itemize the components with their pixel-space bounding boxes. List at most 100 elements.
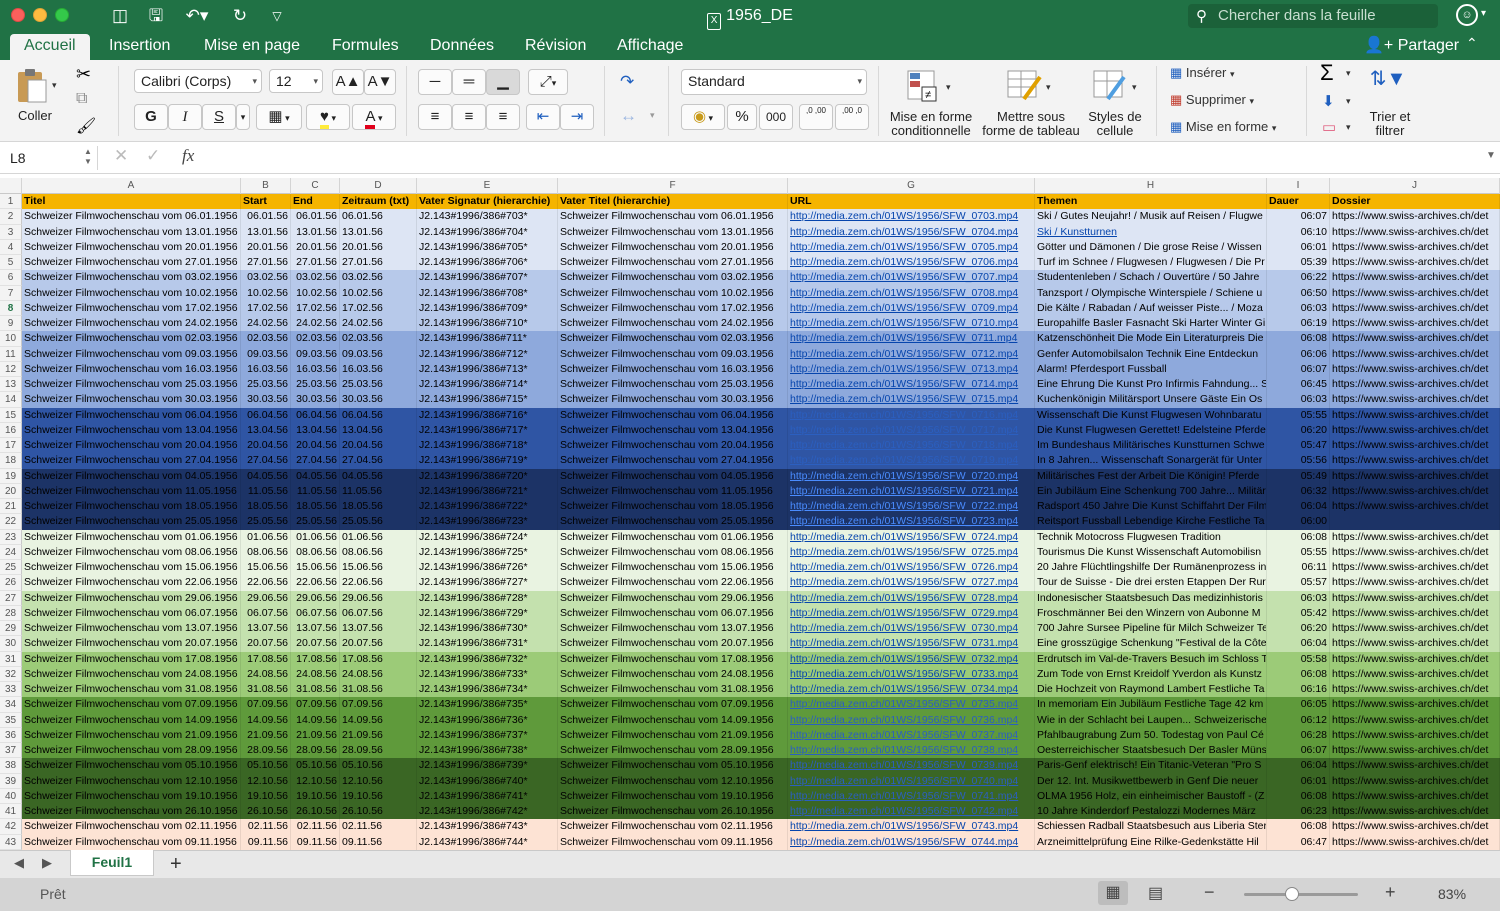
table-cell[interactable]: 15.06.56 [291, 560, 340, 576]
table-cell[interactable]: https://www.swiss-archives.ch/det [1330, 697, 1500, 713]
table-cell[interactable]: Schweizer Filmwochenschau vom 08.06.1956 [558, 544, 788, 560]
table-cell[interactable]: https://www.swiss-archives.ch/det [1330, 316, 1500, 332]
table-cell[interactable]: J2.143#1996/386#730* [417, 621, 558, 637]
table-cell[interactable]: Schweizer Filmwochenschau vom 02.03.1956 [558, 331, 788, 347]
table-cell[interactable]: Technik Motocross Flugwesen Tradition [1035, 529, 1267, 545]
insert-cells-button[interactable]: ▦ Insérer ▾ [1170, 65, 1235, 81]
table-cell[interactable]: 05:55 [1267, 544, 1330, 560]
header-cell[interactable]: Dossier [1330, 194, 1500, 210]
normal-view-icon[interactable]: ▦ [1098, 881, 1128, 905]
table-cell[interactable]: Schweizer Filmwochenschau vom 09.11.1956 [22, 834, 241, 850]
table-cell[interactable]: J2.143#1996/386#719* [417, 453, 558, 469]
table-cell[interactable]: OLMA 1956 Holz, ein einheimischer Bausto… [1035, 788, 1267, 804]
table-cell[interactable]: https://www.swiss-archives.ch/det [1330, 575, 1500, 591]
table-cell[interactable]: Schweizer Filmwochenschau vom 18.05.1956 [558, 499, 788, 515]
feedback-smiley-icon[interactable]: ☺ [1456, 4, 1478, 26]
table-cell[interactable]: https://www.swiss-archives.ch/det [1330, 331, 1500, 347]
row-number[interactable]: 18 [0, 453, 22, 469]
table-cell[interactable]: J2.143#1996/386#712* [417, 346, 558, 362]
table-cell[interactable]: 06:45 [1267, 377, 1330, 393]
table-cell[interactable]: https://www.swiss-archives.ch/det [1330, 712, 1500, 728]
align-top-button[interactable]: ─ [418, 69, 452, 95]
table-cell[interactable]: Alarm! Pferdesport Fussball [1035, 361, 1267, 377]
insert-function-button[interactable]: fx [182, 146, 194, 166]
table-cell[interactable]: Schweizer Filmwochenschau vom 25.03.1956 [22, 377, 241, 393]
table-cell[interactable]: Schweizer Filmwochenschau vom 09.11.1956 [558, 834, 788, 850]
table-cell[interactable]: 13.07.56 [340, 621, 417, 637]
table-cell[interactable]: 13.04.56 [241, 422, 291, 438]
table-cell[interactable]: 06:23 [1267, 804, 1330, 820]
table-cell[interactable]: 25.05.56 [340, 514, 417, 530]
table-cell[interactable]: 18.05.56 [340, 499, 417, 515]
table-cell[interactable]: 13.04.56 [340, 422, 417, 438]
column-header[interactable]: B [241, 178, 291, 194]
table-cell[interactable]: 20.01.56 [340, 239, 417, 255]
table-cell[interactable]: J2.143#1996/386#715* [417, 392, 558, 408]
table-cell[interactable]: Schweizer Filmwochenschau vom 11.05.1956 [22, 483, 241, 499]
table-cell[interactable]: 09.03.56 [291, 346, 340, 362]
table-cell[interactable]: 05:55 [1267, 407, 1330, 423]
table-cell[interactable]: Schweizer Filmwochenschau vom 02.03.1956 [22, 331, 241, 347]
table-cell[interactable]: 13.01.56 [340, 224, 417, 240]
table-cell[interactable]: 06:20 [1267, 422, 1330, 438]
table-cell[interactable]: 12.10.56 [340, 773, 417, 789]
table-cell[interactable]: 10.02.56 [241, 285, 291, 301]
url-cell[interactable]: http://media.zem.ch/01WS/1956/SFW_0731.m… [788, 636, 1035, 652]
table-cell[interactable]: Kuchenkönigin Militärsport Unsere Gäste … [1035, 392, 1267, 408]
row-number[interactable]: 17 [0, 438, 22, 454]
table-cell[interactable]: Genfer Automobilsalon Technik Eine Entde… [1035, 346, 1267, 362]
table-cell[interactable]: 11.05.56 [291, 483, 340, 499]
table-cell[interactable]: 31.08.56 [340, 682, 417, 698]
table-cell[interactable]: Schweizer Filmwochenschau vom 06.04.1956 [22, 407, 241, 423]
table-cell[interactable]: 28.09.56 [241, 743, 291, 759]
tab-affichage[interactable]: Affichage [603, 34, 697, 60]
table-cell[interactable]: Schweizer Filmwochenschau vom 05.10.1956 [558, 758, 788, 774]
redo-icon[interactable]: ↻ [228, 4, 252, 28]
header-cell[interactable]: End [291, 194, 340, 210]
table-cell[interactable]: Schweizer Filmwochenschau vom 13.01.1956 [22, 224, 241, 240]
table-cell[interactable]: 11.05.56 [241, 483, 291, 499]
table-cell[interactable]: https://www.swiss-archives.ch/det [1330, 727, 1500, 743]
table-cell[interactable]: 04.05.56 [291, 468, 340, 484]
table-cell[interactable]: Schweizer Filmwochenschau vom 08.06.1956 [22, 544, 241, 560]
table-cell[interactable]: 02.11.56 [291, 819, 340, 835]
table-cell[interactable]: 06:04 [1267, 758, 1330, 774]
table-cell[interactable]: https://www.swiss-archives.ch/det [1330, 346, 1500, 362]
header-cell[interactable]: Start [241, 194, 291, 210]
table-cell[interactable]: 13.01.56 [241, 224, 291, 240]
table-cell[interactable]: 27.04.56 [241, 453, 291, 469]
table-cell[interactable]: Froschmänner Bei den Winzern von Aubonne… [1035, 605, 1267, 621]
table-cell[interactable]: 06.04.56 [291, 407, 340, 423]
header-cell[interactable]: Vater Signatur (hierarchie) [417, 194, 558, 210]
table-cell[interactable]: Schweizer Filmwochenschau vom 15.06.1956 [22, 560, 241, 576]
table-cell[interactable]: https://www.swiss-archives.ch/det [1330, 224, 1500, 240]
autosum-icon[interactable]: Σ [1320, 60, 1334, 86]
borders-button[interactable]: ▦ ▾ [256, 104, 302, 130]
table-cell[interactable]: 25.03.56 [241, 377, 291, 393]
table-cell[interactable]: J2.143#1996/386#728* [417, 590, 558, 606]
url-cell[interactable]: http://media.zem.ch/01WS/1956/SFW_0725.m… [788, 544, 1035, 560]
row-number[interactable]: 33 [0, 682, 22, 698]
url-cell[interactable]: http://media.zem.ch/01WS/1956/SFW_0737.m… [788, 727, 1035, 743]
table-cell[interactable]: Schweizer Filmwochenschau vom 13.07.1956 [558, 621, 788, 637]
zoom-slider-thumb[interactable] [1284, 887, 1299, 901]
tab-donnees[interactable]: Données [416, 34, 508, 60]
thousands-button[interactable]: 000 [759, 104, 793, 130]
table-cell[interactable]: 28.09.56 [291, 743, 340, 759]
table-cell[interactable]: J2.143#1996/386#742* [417, 804, 558, 820]
table-cell[interactable]: 17.02.56 [241, 300, 291, 316]
row-number[interactable]: 37 [0, 743, 22, 759]
increase-font-size-button[interactable]: A▲ [332, 69, 364, 95]
table-cell[interactable]: Schweizer Filmwochenschau vom 20.01.1956 [558, 239, 788, 255]
chevron-down-icon[interactable]: ▾ [946, 82, 951, 93]
column-header[interactable]: G [788, 178, 1035, 194]
table-cell[interactable]: Schweizer Filmwochenschau vom 18.05.1956 [22, 499, 241, 515]
url-cell[interactable]: http://media.zem.ch/01WS/1956/SFW_0716.m… [788, 407, 1035, 423]
table-cell[interactable]: 06:10 [1267, 224, 1330, 240]
table-cell[interactable]: Schweizer Filmwochenschau vom 28.09.1956 [22, 743, 241, 759]
sheet-search-input[interactable]: ⚲ Chercher dans la feuille [1188, 4, 1438, 28]
table-cell[interactable]: 14.09.56 [291, 712, 340, 728]
table-cell[interactable]: Schweizer Filmwochenschau vom 26.10.1956 [22, 804, 241, 820]
row-number[interactable]: 36 [0, 727, 22, 743]
save-icon[interactable]: 🖫 [144, 4, 168, 28]
